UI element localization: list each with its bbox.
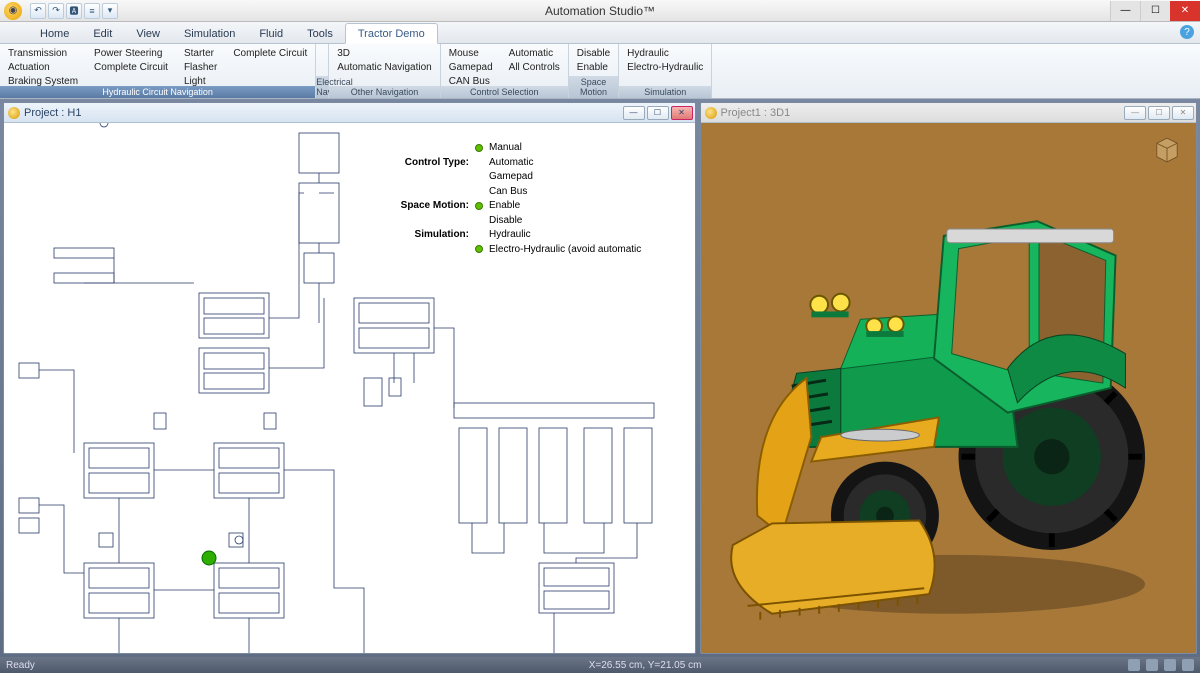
ribbon-group-other-navigation: 3DAutomatic Navigation Other Navigation: [329, 44, 441, 98]
ribbon-group-label: Control Selection: [441, 86, 568, 98]
help-icon[interactable]: ?: [1180, 25, 1194, 39]
tab-fluid[interactable]: Fluid: [247, 24, 295, 43]
pane-close-button[interactable]: ✕: [671, 106, 693, 120]
ribbon-item-electro-hydraulic[interactable]: Electro-Hydraulic: [625, 61, 705, 74]
pane-max-button[interactable]: ☐: [647, 106, 669, 120]
ribbon-group-label: Hydraulic Circuit Navigation: [0, 86, 315, 98]
tray-icon[interactable]: [1164, 659, 1176, 671]
legend-space-motion-label: Space Motion:: [389, 199, 469, 213]
ribbon-group-space-motion: DisableEnable Space Motion: [569, 44, 619, 98]
tab-tractor-demo[interactable]: Tractor Demo: [345, 23, 438, 44]
qat-undo[interactable]: ↶: [30, 3, 46, 19]
pane-3d-title-text: Project1 : 3D1: [721, 107, 791, 119]
ribbon-group-simulation: HydraulicElectro-Hydraulic Simulation: [619, 44, 712, 98]
pane-circuit: Project : H1 — ☐ ✕: [3, 102, 696, 654]
ribbon-group-label: Electrical Navigation: [316, 76, 328, 98]
pane-3d: Project1 : 3D1 — ☐ ✕: [700, 102, 1197, 654]
app-title: Automation Studio™: [545, 4, 655, 18]
ribbon-tabs: Home Edit View Simulation Fluid Tools Tr…: [0, 22, 1200, 44]
view-cube-icon[interactable]: [1150, 133, 1184, 167]
legend-gamepad: Gamepad: [489, 170, 533, 184]
status-tray: [1128, 659, 1194, 671]
maximize-button[interactable]: ☐: [1140, 1, 1170, 21]
ribbon-group-hydraulic-circuit-navigation: TransmissionActuationBraking SystemPower…: [0, 44, 316, 98]
ribbon-item-automatic[interactable]: Automatic: [507, 47, 562, 60]
pane-min-button[interactable]: —: [623, 106, 645, 120]
ribbon-item-gamepad[interactable]: Gamepad: [447, 61, 495, 74]
tab-view[interactable]: View: [124, 24, 172, 43]
qat-a[interactable]: 🅰: [66, 3, 82, 19]
pane-circuit-title-text: Project : H1: [24, 107, 81, 119]
quick-access-toolbar: ↶ ↷ 🅰 ≡ ▾: [30, 3, 118, 19]
status-bar: Ready X=26.55 cm, Y=21.05 cm: [0, 657, 1200, 673]
ribbon-item-starter[interactable]: Starter: [182, 47, 219, 60]
pane-3d-title: Project1 : 3D1 — ☐ ✕: [701, 103, 1196, 123]
mdi-area: Project : H1 — ☐ ✕: [0, 99, 1200, 657]
legend-manual: Manual: [489, 141, 522, 155]
ribbon-item-transmission[interactable]: Transmission: [6, 47, 80, 60]
legend-enable: Enable: [489, 199, 520, 213]
ribbon-item-3d[interactable]: 3D: [335, 47, 434, 60]
project-icon: [8, 107, 20, 119]
tab-home[interactable]: Home: [28, 24, 81, 43]
pane-close-button[interactable]: ✕: [1172, 106, 1194, 120]
pane-max-button[interactable]: ☐: [1148, 106, 1170, 120]
legend-simulation-label: Simulation:: [389, 228, 469, 242]
ribbon-item-hydraulic[interactable]: Hydraulic: [625, 47, 705, 60]
ribbon-group-label: Space Motion: [569, 76, 618, 98]
ribbon-item-actuation[interactable]: Actuation: [6, 61, 80, 74]
title-bar: ◉ ↶ ↷ 🅰 ≡ ▾ Automation Studio™ — ☐ ✕: [0, 0, 1200, 22]
legend-hydraulic: Hydraulic: [489, 228, 531, 242]
tractor-model: [701, 123, 1196, 653]
legend-canbus: Can Bus: [489, 185, 527, 199]
tab-edit[interactable]: Edit: [81, 24, 124, 43]
legend-automatic: Automatic: [489, 156, 533, 170]
project-icon: [705, 107, 717, 119]
qat-redo[interactable]: ↷: [48, 3, 64, 19]
ribbon-group-electrical-navigation: Electrical Navigation: [316, 44, 329, 98]
qat-list[interactable]: ≡: [84, 3, 100, 19]
ribbon-item-power-steering[interactable]: Power Steering: [92, 47, 170, 60]
tab-simulation[interactable]: Simulation: [172, 24, 247, 43]
ribbon-group-label: Other Navigation: [329, 86, 440, 98]
ribbon-item-complete-circuit[interactable]: Complete Circuit: [92, 61, 170, 74]
ribbon-item-automatic-navigation[interactable]: Automatic Navigation: [335, 61, 434, 74]
close-button[interactable]: ✕: [1170, 1, 1200, 21]
window-buttons: — ☐ ✕: [1110, 1, 1200, 21]
pane-circuit-title: Project : H1 — ☐ ✕: [4, 103, 695, 123]
qat-dropdown[interactable]: ▾: [102, 3, 118, 19]
ribbon-group-control-selection: MouseGamepadCAN BusAutomaticAll Controls…: [441, 44, 569, 98]
app-logo: ◉: [4, 2, 22, 20]
ribbon-item-disable[interactable]: Disable: [575, 47, 612, 60]
ribbon-item-flasher[interactable]: Flasher: [182, 61, 219, 74]
tray-icon[interactable]: [1182, 659, 1194, 671]
3d-viewport[interactable]: [701, 123, 1196, 653]
circuit-canvas[interactable]: Manual Control Type: Automatic Gamepad Ca…: [4, 123, 695, 653]
ribbon-item-all-controls[interactable]: All Controls: [507, 61, 562, 74]
ribbon-item-enable[interactable]: Enable: [575, 61, 612, 74]
circuit-legend: Manual Control Type: Automatic Gamepad Ca…: [389, 141, 641, 257]
ribbon-item-mouse[interactable]: Mouse: [447, 47, 495, 60]
tab-tools[interactable]: Tools: [295, 24, 345, 43]
tray-icon[interactable]: [1128, 659, 1140, 671]
pane-min-button[interactable]: —: [1124, 106, 1146, 120]
legend-control-type-label: Control Type:: [389, 156, 469, 170]
legend-disable: Disable: [489, 214, 522, 228]
status-coords: X=26.55 cm, Y=21.05 cm: [589, 660, 702, 671]
ribbon: TransmissionActuationBraking SystemPower…: [0, 44, 1200, 99]
ribbon-item-complete-circuit[interactable]: Complete Circuit: [231, 47, 309, 60]
legend-electro: Electro-Hydraulic (avoid automatic: [489, 243, 641, 257]
tray-icon[interactable]: [1146, 659, 1158, 671]
status-ready: Ready: [6, 660, 35, 671]
minimize-button[interactable]: —: [1110, 1, 1140, 21]
ribbon-group-label: Simulation: [619, 86, 711, 98]
